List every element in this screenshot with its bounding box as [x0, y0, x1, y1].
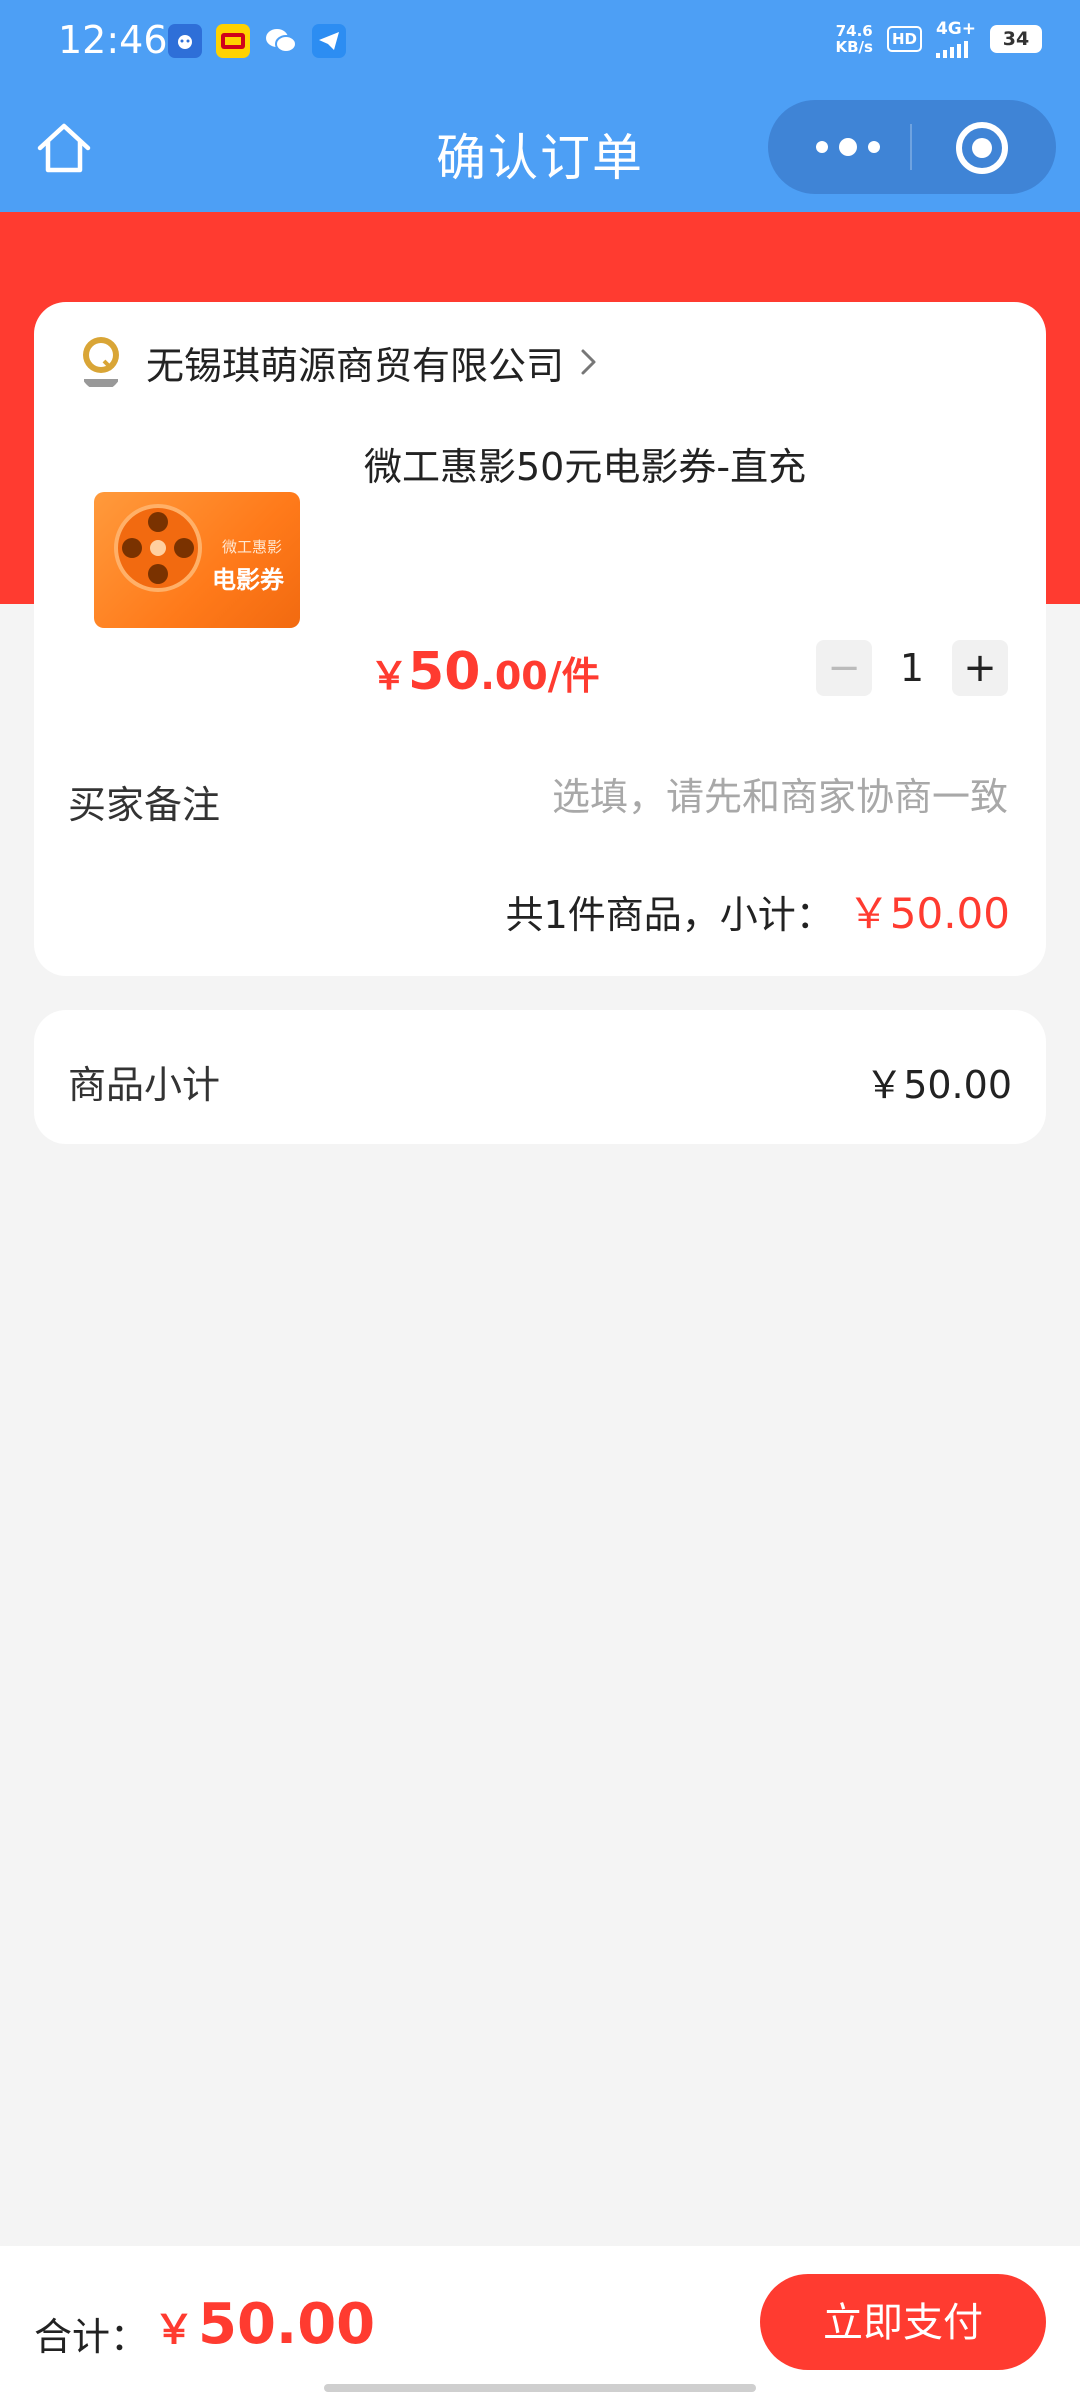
total-currency: ￥ — [154, 2307, 194, 2353]
order-card: 无锡琪萌源商贸有限公司 微工惠影 电影券 微工惠影50元电影券-直充 ￥50.0… — [34, 302, 1046, 976]
app-badge-icon — [216, 24, 250, 58]
remark-input[interactable] — [446, 768, 1010, 826]
remark-label: 买家备注 — [68, 783, 221, 827]
price-integer: 50 — [408, 642, 481, 702]
network-speed-value: 74.6 — [835, 22, 873, 40]
mini-program-capsule — [768, 100, 1056, 194]
network-type-label: 4G+ — [935, 19, 976, 39]
increase-quantity-button[interactable]: + — [952, 640, 1008, 696]
shop-name: 无锡琪萌源商贸有限公司 — [146, 343, 565, 388]
pay-now-button[interactable]: 立即支付 — [760, 2274, 1046, 2370]
shop-row[interactable]: 无锡琪萌源商贸有限公司 — [78, 330, 600, 394]
price-decimal: .00 — [480, 654, 548, 698]
price-unit: /件 — [547, 654, 600, 698]
total-value: 50.00 — [198, 2292, 376, 2357]
subtotal-value: ￥50.00 — [847, 889, 1010, 938]
shop-logo — [83, 337, 119, 387]
goods-subtotal-label: 商品小计 — [68, 1063, 221, 1107]
subtotal-row: 共1件商品，小计： ￥50.00 — [506, 880, 1010, 941]
total-label: 合计： — [34, 2315, 149, 2359]
quantity-value[interactable]: 1 — [872, 646, 952, 690]
battery-icon: 34 — [990, 25, 1042, 53]
product-image-title: 电影券 — [212, 566, 284, 594]
home-indicator[interactable] — [324, 2384, 756, 2392]
total-amount: ￥50.00 — [154, 2292, 375, 2357]
hd-icon: HD — [886, 26, 922, 52]
status-indicators: 74.6 KB/s HD 4G+ 34 — [835, 20, 1042, 58]
target-icon[interactable] — [954, 120, 1010, 176]
product-image[interactable]: 微工惠影 电影券 — [94, 492, 300, 628]
nav-bar: 确认订单 — [0, 84, 1080, 212]
chevron-right-icon — [581, 349, 596, 375]
capsule-divider — [910, 124, 912, 170]
status-bar: 12:46 74.6 KB/s HD 4G+ 34 — [0, 0, 1080, 84]
signal-icon — [935, 38, 976, 58]
price-currency: ￥ — [370, 654, 409, 698]
network-speed-unit: KB/s — [835, 38, 873, 56]
telegram-icon — [312, 24, 346, 58]
checkout-bar: 合计： ￥50.00 立即支付 — [0, 2246, 1080, 2400]
product-title: 微工惠影50元电影券-直充 — [364, 445, 807, 489]
product-price: ￥50.00/件 — [370, 642, 600, 702]
goods-subtotal-value: ￥50.00 — [865, 1063, 1012, 1107]
network-type: 4G+ — [935, 19, 976, 58]
wechat-icon — [264, 24, 298, 58]
status-app-icons — [168, 24, 346, 58]
baidu-app-icon — [168, 24, 202, 58]
more-icon[interactable] — [808, 128, 888, 166]
network-speed: 74.6 KB/s — [835, 23, 872, 55]
status-time: 12:46 — [58, 18, 168, 62]
subtotal-label: 共1件商品，小计： — [505, 893, 834, 937]
quantity-stepper: − 1 + — [816, 640, 1008, 696]
decrease-quantity-button[interactable]: − — [816, 640, 872, 696]
film-reel-icon — [114, 504, 202, 592]
summary-card: 商品小计 ￥50.00 — [34, 1010, 1046, 1144]
product-image-subtitle: 微工惠影 — [221, 538, 282, 556]
